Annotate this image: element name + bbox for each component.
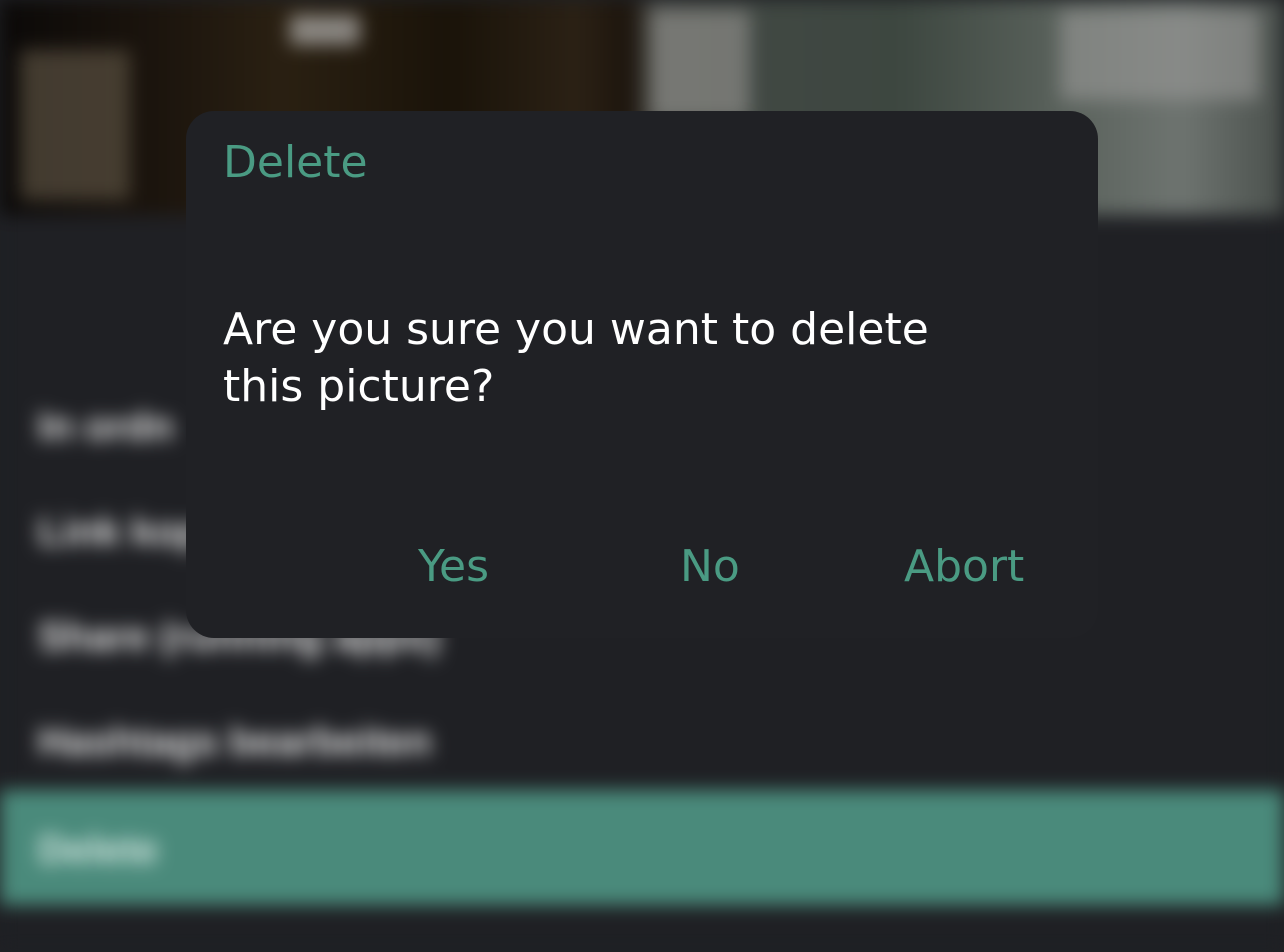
menu-item: Link kop (38, 510, 203, 554)
delete-confirmation-dialog: Delete Are you sure you want to delete t… (186, 111, 1098, 638)
yes-button[interactable]: Yes (418, 539, 489, 595)
dialog-message: Are you sure you want to delete this pic… (223, 304, 929, 412)
dialog-title: Delete (223, 137, 368, 188)
menu-item-label: Delete (38, 828, 159, 872)
screen: In ordn Link kop Share (running apps) Ha… (0, 0, 1284, 952)
menu-item: In ordn (38, 405, 174, 449)
menu-item: Hashtags bearbeiten (38, 720, 432, 764)
menu-item-delete-selected: Delete (0, 790, 1284, 905)
abort-button[interactable]: Abort (904, 539, 1024, 595)
no-button[interactable]: No (680, 539, 740, 595)
